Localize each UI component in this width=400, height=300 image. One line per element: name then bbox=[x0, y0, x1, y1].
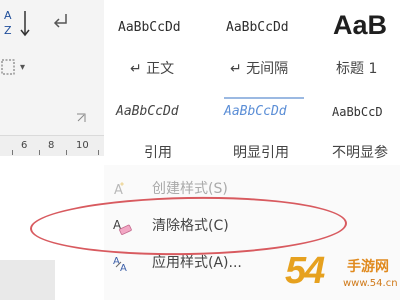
intense-quote-border bbox=[224, 97, 304, 99]
menu-item-clear-formatting[interactable]: A 清除格式(C) bbox=[104, 210, 400, 240]
style-preview-no-spacing[interactable]: AaBbCcDd bbox=[226, 20, 289, 35]
svg-text:Z: Z bbox=[4, 24, 12, 37]
ruler-number: 6 bbox=[21, 140, 28, 151]
style-name-quote[interactable]: 引用 bbox=[144, 142, 172, 162]
ruler-tick bbox=[66, 150, 67, 155]
watermark-url: www.54.cn bbox=[343, 278, 398, 289]
ruler-tick bbox=[12, 150, 13, 155]
borders-dropdown-caret-icon[interactable]: ▾ bbox=[20, 62, 25, 73]
style-preview-heading-1[interactable]: AaB bbox=[333, 10, 387, 41]
create-style-icon: A bbox=[114, 182, 124, 198]
style-name-subtle-reference[interactable]: 不明显参 bbox=[332, 142, 388, 162]
style-name-no-spacing[interactable]: ↵ 无间隔 bbox=[230, 58, 288, 78]
eraser-icon: A bbox=[113, 218, 132, 235]
style-preview-intense-quote[interactable]: AaBbCcDd bbox=[224, 104, 287, 119]
apply-styles-icon: A A bbox=[113, 256, 127, 273]
svg-text:A: A bbox=[4, 9, 12, 22]
sort-az-icon[interactable]: A Z bbox=[3, 7, 35, 39]
style-name-normal[interactable]: ↵ 正文 bbox=[130, 58, 174, 78]
document-margin bbox=[0, 260, 55, 300]
svg-text:A: A bbox=[120, 263, 127, 273]
style-name-intense-quote[interactable]: 明显引用 bbox=[233, 142, 289, 162]
styles-gallery: AaBbCcDd ↵ 正文 AaBbCcDd ↵ 无间隔 AaB 标题 1 Aa… bbox=[104, 0, 400, 166]
menu-item-label: 创建样式(S) bbox=[152, 181, 228, 197]
style-preview-subtle-reference[interactable]: AaBbCcD bbox=[332, 105, 383, 119]
paragraph-mark-icon[interactable] bbox=[50, 12, 72, 30]
watermark-number: 54 bbox=[285, 250, 325, 292]
ruler-number: 10 bbox=[76, 140, 89, 151]
style-preview-quote[interactable]: AaBbCcDd bbox=[116, 104, 179, 119]
ruler-number: 8 bbox=[48, 140, 55, 151]
style-name-heading-1[interactable]: 标题 1 bbox=[336, 58, 377, 78]
ruler-tick bbox=[98, 150, 99, 155]
ruler-tick bbox=[39, 150, 40, 155]
watermark-text: 手游网 bbox=[347, 259, 389, 275]
dialog-launcher-icon[interactable] bbox=[75, 112, 87, 124]
menu-item-create-style[interactable]: A 创建样式(S) bbox=[104, 173, 400, 203]
horizontal-ruler[interactable]: 6 8 10 bbox=[0, 135, 104, 157]
borders-icon[interactable] bbox=[0, 58, 16, 76]
menu-item-label: 清除格式(C) bbox=[152, 218, 229, 234]
svg-text:A: A bbox=[113, 256, 120, 267]
style-preview-normal[interactable]: AaBbCcDd bbox=[118, 20, 181, 35]
menu-item-label: 应用样式(A)... bbox=[152, 255, 242, 271]
site-watermark-logo: 54 手游网 www.54.cn bbox=[285, 250, 400, 300]
